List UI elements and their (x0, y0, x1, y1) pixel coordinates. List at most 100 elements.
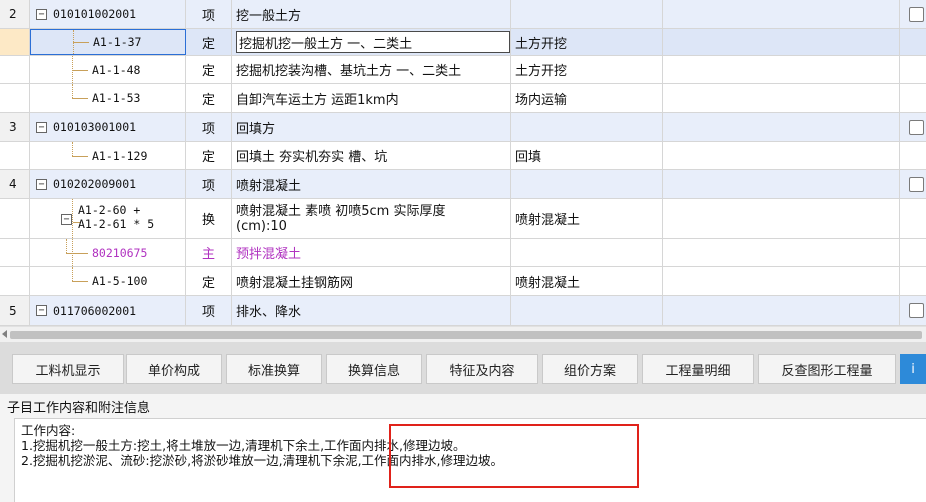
spec-cell[interactable]: 喷射混凝土 (511, 267, 663, 295)
row-index: 2 (0, 0, 30, 28)
row-checkbox[interactable] (909, 303, 924, 318)
code-cell[interactable]: −010103001001 (30, 113, 186, 141)
code-cell[interactable]: A1-1-48 (30, 56, 186, 83)
spec-cell[interactable] (511, 0, 663, 28)
code-cell[interactable]: A1-1-53 (30, 84, 186, 112)
material-code: 80210675 (92, 245, 148, 260)
name-line: 喷射混凝土 素喷 初喷5cm 实际厚度 (236, 203, 446, 219)
spec-cell[interactable]: 场内运输 (511, 84, 663, 112)
tab-unit-price-composition[interactable]: 单价构成 (126, 354, 222, 384)
code-cell[interactable]: −011706002001 (30, 296, 186, 325)
checkbox-cell[interactable] (900, 0, 926, 28)
collapse-icon[interactable]: − (36, 305, 47, 316)
row-checkbox[interactable] (909, 119, 924, 135)
tab-standard-conversion[interactable]: 标准换算 (226, 354, 322, 384)
spec-cell[interactable]: 土方开挖 (511, 29, 663, 55)
checkbox-cell[interactable] (900, 113, 926, 141)
collapse-icon[interactable]: − (36, 8, 47, 20)
table-row[interactable]: A1-5-100 定 喷射混凝土挂钢筋网 喷射混凝土 (0, 267, 926, 296)
spec-cell[interactable] (511, 170, 663, 198)
table-row[interactable]: A1-1-129 定 回填土 夯实机夯实 槽、坑 回填 (0, 142, 926, 170)
tree-line (72, 84, 73, 98)
collapse-icon[interactable]: − (61, 214, 72, 225)
checkbox-cell (900, 199, 926, 238)
extra-cell (663, 170, 900, 198)
spec-cell[interactable]: 回填 (511, 142, 663, 169)
row-index (0, 29, 30, 55)
spec-cell[interactable] (511, 296, 663, 325)
code-cell[interactable]: − A1-2-60 + A1-2-61 * 5 (30, 199, 186, 238)
table-row[interactable]: 3 −010103001001 项 回填方 (0, 113, 926, 142)
horizontal-scrollbar[interactable] (0, 326, 926, 342)
info-panel-title: 子目工作内容和附注信息 (0, 394, 926, 418)
tab-quantity-detail[interactable]: 工程量明细 (642, 354, 754, 384)
code-cell[interactable]: A1-1-129 (30, 142, 186, 169)
tab-pricing-scheme[interactable]: 组价方案 (542, 354, 638, 384)
type-cell: 项 (186, 0, 232, 28)
table-row[interactable]: − A1-2-60 + A1-2-61 * 5 换 喷射混凝土 素喷 初喷5cm… (0, 199, 926, 239)
spec-cell[interactable] (511, 113, 663, 141)
code-cell[interactable]: −010101002001 (30, 0, 186, 28)
name-cell[interactable]: 喷射混凝土 素喷 初喷5cm 实际厚度 (cm):10 (232, 199, 511, 238)
checkbox-cell[interactable] (900, 170, 926, 198)
row-index: 3 (0, 113, 30, 141)
name-cell[interactable]: 挖掘机挖一般土方 一、二类土 (232, 29, 511, 55)
tab-labor-material-machine[interactable]: 工料机显示 (12, 354, 124, 384)
table-row[interactable]: 80210675 主 预拌混凝土 (0, 239, 926, 267)
scrollbar-thumb[interactable] (10, 331, 922, 339)
quota-code: A1-1-129 (92, 148, 148, 163)
type-cell: 项 (186, 170, 232, 198)
spec-cell[interactable] (511, 239, 663, 266)
checkbox-cell[interactable] (900, 296, 926, 325)
name-cell[interactable]: 喷射混凝土 (232, 170, 511, 198)
name-cell[interactable]: 自卸汽车运土方 运距1km内 (232, 84, 511, 112)
tree-line (72, 142, 73, 156)
tab-work-content[interactable]: i (900, 354, 926, 384)
checkbox-cell (900, 56, 926, 83)
name-cell[interactable]: 挖一般土方 (232, 0, 511, 28)
tree-line (73, 42, 89, 43)
table-row[interactable]: 5 −011706002001 项 排水、降水 (0, 296, 926, 325)
table-row[interactable]: 2 −010101002001 项 挖一般土方 (0, 0, 926, 29)
tree-line (66, 252, 88, 254)
code-cell[interactable]: A1-5-100 (30, 267, 186, 295)
extra-cell (663, 113, 900, 141)
table-row[interactable]: 4 −010202009001 项 喷射混凝土 (0, 170, 926, 199)
table-row[interactable]: A1-1-48 定 挖掘机挖装沟槽、基坑土方 一、二类土 土方开挖 (0, 56, 926, 84)
collapse-icon[interactable]: − (36, 178, 47, 190)
name-cell[interactable]: 预拌混凝土 (232, 239, 511, 266)
code-cell[interactable]: 80210675 (30, 239, 186, 266)
type-cell: 定 (186, 84, 232, 112)
row-index (0, 142, 30, 169)
checkbox-cell (900, 29, 926, 55)
name-cell[interactable]: 回填方 (232, 113, 511, 141)
row-index (0, 56, 30, 83)
type-cell: 项 (186, 296, 232, 325)
tree-line (72, 281, 88, 282)
name-cell[interactable]: 挖掘机挖装沟槽、基坑土方 一、二类土 (232, 56, 511, 83)
tab-reverse-lookup-quantity[interactable]: 反查图形工程量 (758, 354, 896, 384)
extra-cell (663, 0, 900, 28)
tree-line (66, 239, 67, 253)
quota-code-line: A1-2-61 * 5 (78, 217, 155, 231)
row-checkbox[interactable] (909, 176, 924, 192)
spec-cell[interactable]: 土方开挖 (511, 56, 663, 83)
row-checkbox[interactable] (909, 6, 924, 22)
name-cell[interactable]: 回填土 夯实机夯实 槽、坑 (232, 142, 511, 169)
name-line: (cm):10 (236, 218, 287, 234)
name-cell[interactable]: 喷射混凝土挂钢筋网 (232, 267, 511, 295)
extra-cell (663, 267, 900, 295)
name-editor[interactable]: 挖掘机挖一般土方 一、二类土 (236, 31, 510, 53)
code-cell[interactable]: A1-1-37 (30, 29, 186, 55)
spec-cell[interactable]: 喷射混凝土 (511, 199, 663, 238)
tab-features-content[interactable]: 特征及内容 (426, 354, 538, 384)
table-row[interactable]: A1-1-37 定 挖掘机挖一般土方 一、二类土 土方开挖 (0, 29, 926, 56)
tab-conversion-info[interactable]: 换算信息 (326, 354, 422, 384)
table-row[interactable]: A1-1-53 定 自卸汽车运土方 运距1km内 场内运输 (0, 84, 926, 113)
collapse-icon[interactable]: − (36, 121, 47, 133)
code-cell[interactable]: −010202009001 (30, 170, 186, 198)
name-cell[interactable]: 排水、降水 (232, 296, 511, 325)
tree-line (72, 199, 73, 238)
highlight-box (389, 424, 639, 488)
scroll-left-icon[interactable] (2, 330, 7, 338)
